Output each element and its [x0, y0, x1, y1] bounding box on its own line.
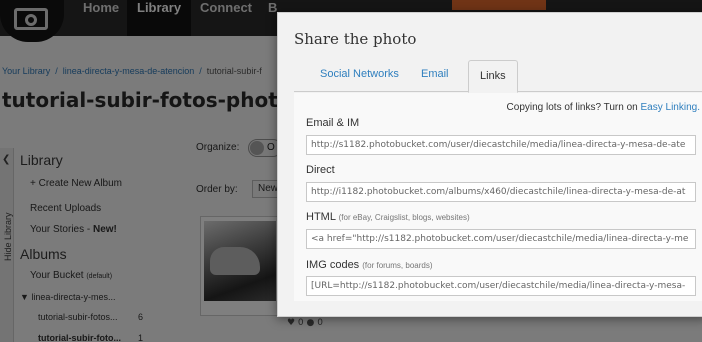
tab-links[interactable]: Links — [468, 60, 518, 93]
tab-email[interactable]: Email — [421, 68, 449, 80]
easy-linking-link[interactable]: Easy Linking. — [641, 102, 700, 113]
html-label: HTML (for eBay, Craigslist, blogs, websi… — [306, 211, 470, 223]
img-codes-label-note: (for forums, boards) — [362, 261, 433, 270]
links-panel: Copying lots of links? Turn on Easy Link… — [294, 93, 702, 301]
img-codes-label-text: IMG codes — [306, 259, 360, 271]
img-codes-label: IMG codes (for forums, boards) — [306, 259, 433, 271]
dialog-title: Share the photo — [294, 30, 417, 48]
html-label-note: (for eBay, Craigslist, blogs, websites) — [338, 213, 470, 222]
direct-label: Direct — [306, 164, 335, 176]
share-dialog: Share the photo Social Networks Email Li… — [277, 12, 702, 317]
easy-linking-tip: Copying lots of links? Turn on Easy Link… — [507, 102, 700, 113]
direct-link-field[interactable]: http://i1182.photobucket.com/albums/x460… — [306, 182, 696, 202]
share-tabs: Social Networks Email Links — [294, 59, 702, 93]
email-im-link-field[interactable]: http://s1182.photobucket.com/user/diecas… — [306, 135, 696, 155]
email-im-label: Email & IM — [306, 117, 360, 129]
html-label-text: HTML — [306, 211, 336, 223]
tip-text: Copying lots of links? Turn on — [506, 102, 641, 113]
html-code-field[interactable]: <a href="http://s1182.photobucket.com/us… — [306, 229, 696, 249]
img-code-field[interactable]: [URL=http://s1182.photobucket.com/user/d… — [306, 276, 696, 296]
tab-social-networks[interactable]: Social Networks — [320, 68, 399, 80]
